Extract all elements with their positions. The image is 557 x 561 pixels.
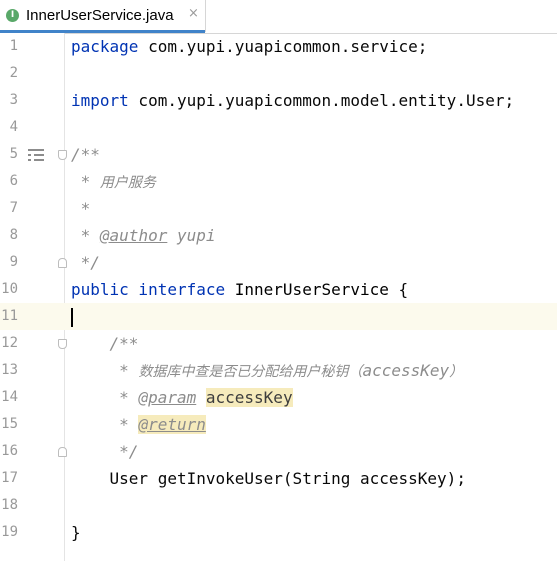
line-number: 16 <box>1 443 18 459</box>
code-token: @param <box>138 388 197 407</box>
code-token: User getInvokeUser(String accessKey); <box>71 469 466 488</box>
code-token: @return <box>138 415 206 434</box>
line-number: 7 <box>9 200 18 216</box>
code-line[interactable]: 9 */ <box>0 249 557 276</box>
code-text: */ <box>71 438 138 465</box>
line-number: 11 <box>1 308 18 324</box>
code-token: com.yupi.yuapicommon.service; <box>138 37 428 56</box>
code-token: ） <box>449 364 464 380</box>
line-number: 12 <box>1 335 18 351</box>
code-token: 用户服务 <box>99 175 156 191</box>
code-token: /** <box>71 334 139 353</box>
code-line[interactable]: 2 <box>0 60 557 87</box>
code-token: accessKey <box>205 388 293 407</box>
line-number: 10 <box>1 281 18 297</box>
code-text: import com.yupi.yuapicommon.model.entity… <box>71 87 514 114</box>
code-token: yupi <box>167 226 216 245</box>
code-line[interactable]: 15 * @return <box>0 411 557 438</box>
code-token: package <box>71 37 139 56</box>
line-number: 17 <box>1 470 18 486</box>
editor-tab-bar: I InnerUserService.java × <box>0 0 557 34</box>
code-line[interactable]: 7 * <box>0 195 557 222</box>
code-line[interactable]: 13 * 数据库中查是否已分配给用户秘钥（accessKey） <box>0 357 557 384</box>
render-doc-icon[interactable] <box>28 149 44 161</box>
code-token: com.yupi.yuapicommon.model.entity.User; <box>128 91 515 110</box>
code-text: */ <box>71 249 100 276</box>
line-number: 14 <box>1 389 18 405</box>
code-token: accessKey <box>362 361 450 380</box>
code-text: * @author yupi <box>71 222 216 249</box>
code-token: * <box>71 226 100 245</box>
line-number: 19 <box>1 524 18 540</box>
code-text: * 数据库中查是否已分配给用户秘钥（accessKey） <box>71 357 463 386</box>
fold-marker-icon[interactable] <box>58 339 67 349</box>
text-cursor <box>71 308 73 327</box>
code-text: * <box>71 195 91 222</box>
code-line[interactable]: 3 import com.yupi.yuapicommon.model.entit… <box>0 87 557 114</box>
interface-file-icon: I <box>6 9 19 22</box>
code-text: } <box>71 519 81 546</box>
code-line[interactable]: 4 <box>0 114 557 141</box>
code-token: public interface <box>71 280 226 299</box>
code-line[interactable]: 8 * @author yupi <box>0 222 557 249</box>
fold-marker-icon[interactable] <box>58 150 67 160</box>
code-line[interactable]: 14 * @param accessKey <box>0 384 557 411</box>
code-token: */ <box>71 442 139 461</box>
tab-filename: InnerUserService.java <box>26 7 174 24</box>
code-text: * @return <box>71 411 206 438</box>
line-number: 2 <box>9 65 18 81</box>
fold-marker-icon[interactable] <box>58 447 67 457</box>
code-line[interactable]: 10 public interface InnerUserService { <box>0 276 557 303</box>
line-number: 18 <box>1 497 18 513</box>
code-token: } <box>71 523 81 542</box>
code-line[interactable]: 16 */ <box>0 438 557 465</box>
line-number: 6 <box>9 173 18 189</box>
code-token: /** <box>71 145 100 164</box>
code-line[interactable]: 5 /** <box>0 141 557 168</box>
fold-marker-icon[interactable] <box>58 258 67 268</box>
code-token: import <box>71 91 129 110</box>
code-text: public interface InnerUserService { <box>71 276 408 303</box>
code-line[interactable]: 12 /** <box>0 330 557 357</box>
code-line[interactable]: 1 package com.yupi.yuapicommon.service; <box>0 33 557 60</box>
line-number: 15 <box>1 416 18 432</box>
close-icon[interactable]: × <box>188 6 199 21</box>
code-line[interactable]: 6 * 用户服务 <box>0 168 557 195</box>
code-line[interactable]: 11 <box>0 303 557 330</box>
line-number: 5 <box>9 146 18 162</box>
line-number: 3 <box>9 92 18 108</box>
line-number: 13 <box>1 362 18 378</box>
line-number: 4 <box>9 119 18 135</box>
line-number: 9 <box>9 254 18 270</box>
code-token: * <box>71 415 139 434</box>
code-token: @author <box>99 226 168 245</box>
code-token: */ <box>71 253 100 272</box>
code-token: * <box>71 172 100 191</box>
code-text <box>71 303 73 330</box>
code-text: User getInvokeUser(String accessKey); <box>71 465 466 492</box>
line-number: 1 <box>9 38 18 54</box>
code-text: /** <box>71 141 100 168</box>
code-text: * 用户服务 <box>71 168 156 197</box>
code-text: /** <box>71 330 139 357</box>
code-token: InnerUserService <box>225 280 389 299</box>
code-token: * <box>71 199 91 218</box>
code-token: * <box>71 388 139 407</box>
code-line[interactable]: 17 User getInvokeUser(String accessKey); <box>0 465 557 492</box>
code-token: { <box>388 280 409 299</box>
code-text: package com.yupi.yuapicommon.service; <box>71 33 427 60</box>
line-number: 8 <box>9 227 18 243</box>
code-token: 数据库中查是否已分配给用户秘钥（ <box>138 364 363 380</box>
code-text: * @param accessKey <box>71 384 293 411</box>
tab-inner-user-service[interactable]: I InnerUserService.java × <box>0 0 206 33</box>
code-token: * <box>71 361 139 380</box>
code-line[interactable]: 19} <box>0 519 557 546</box>
code-line[interactable]: 18 <box>0 492 557 519</box>
